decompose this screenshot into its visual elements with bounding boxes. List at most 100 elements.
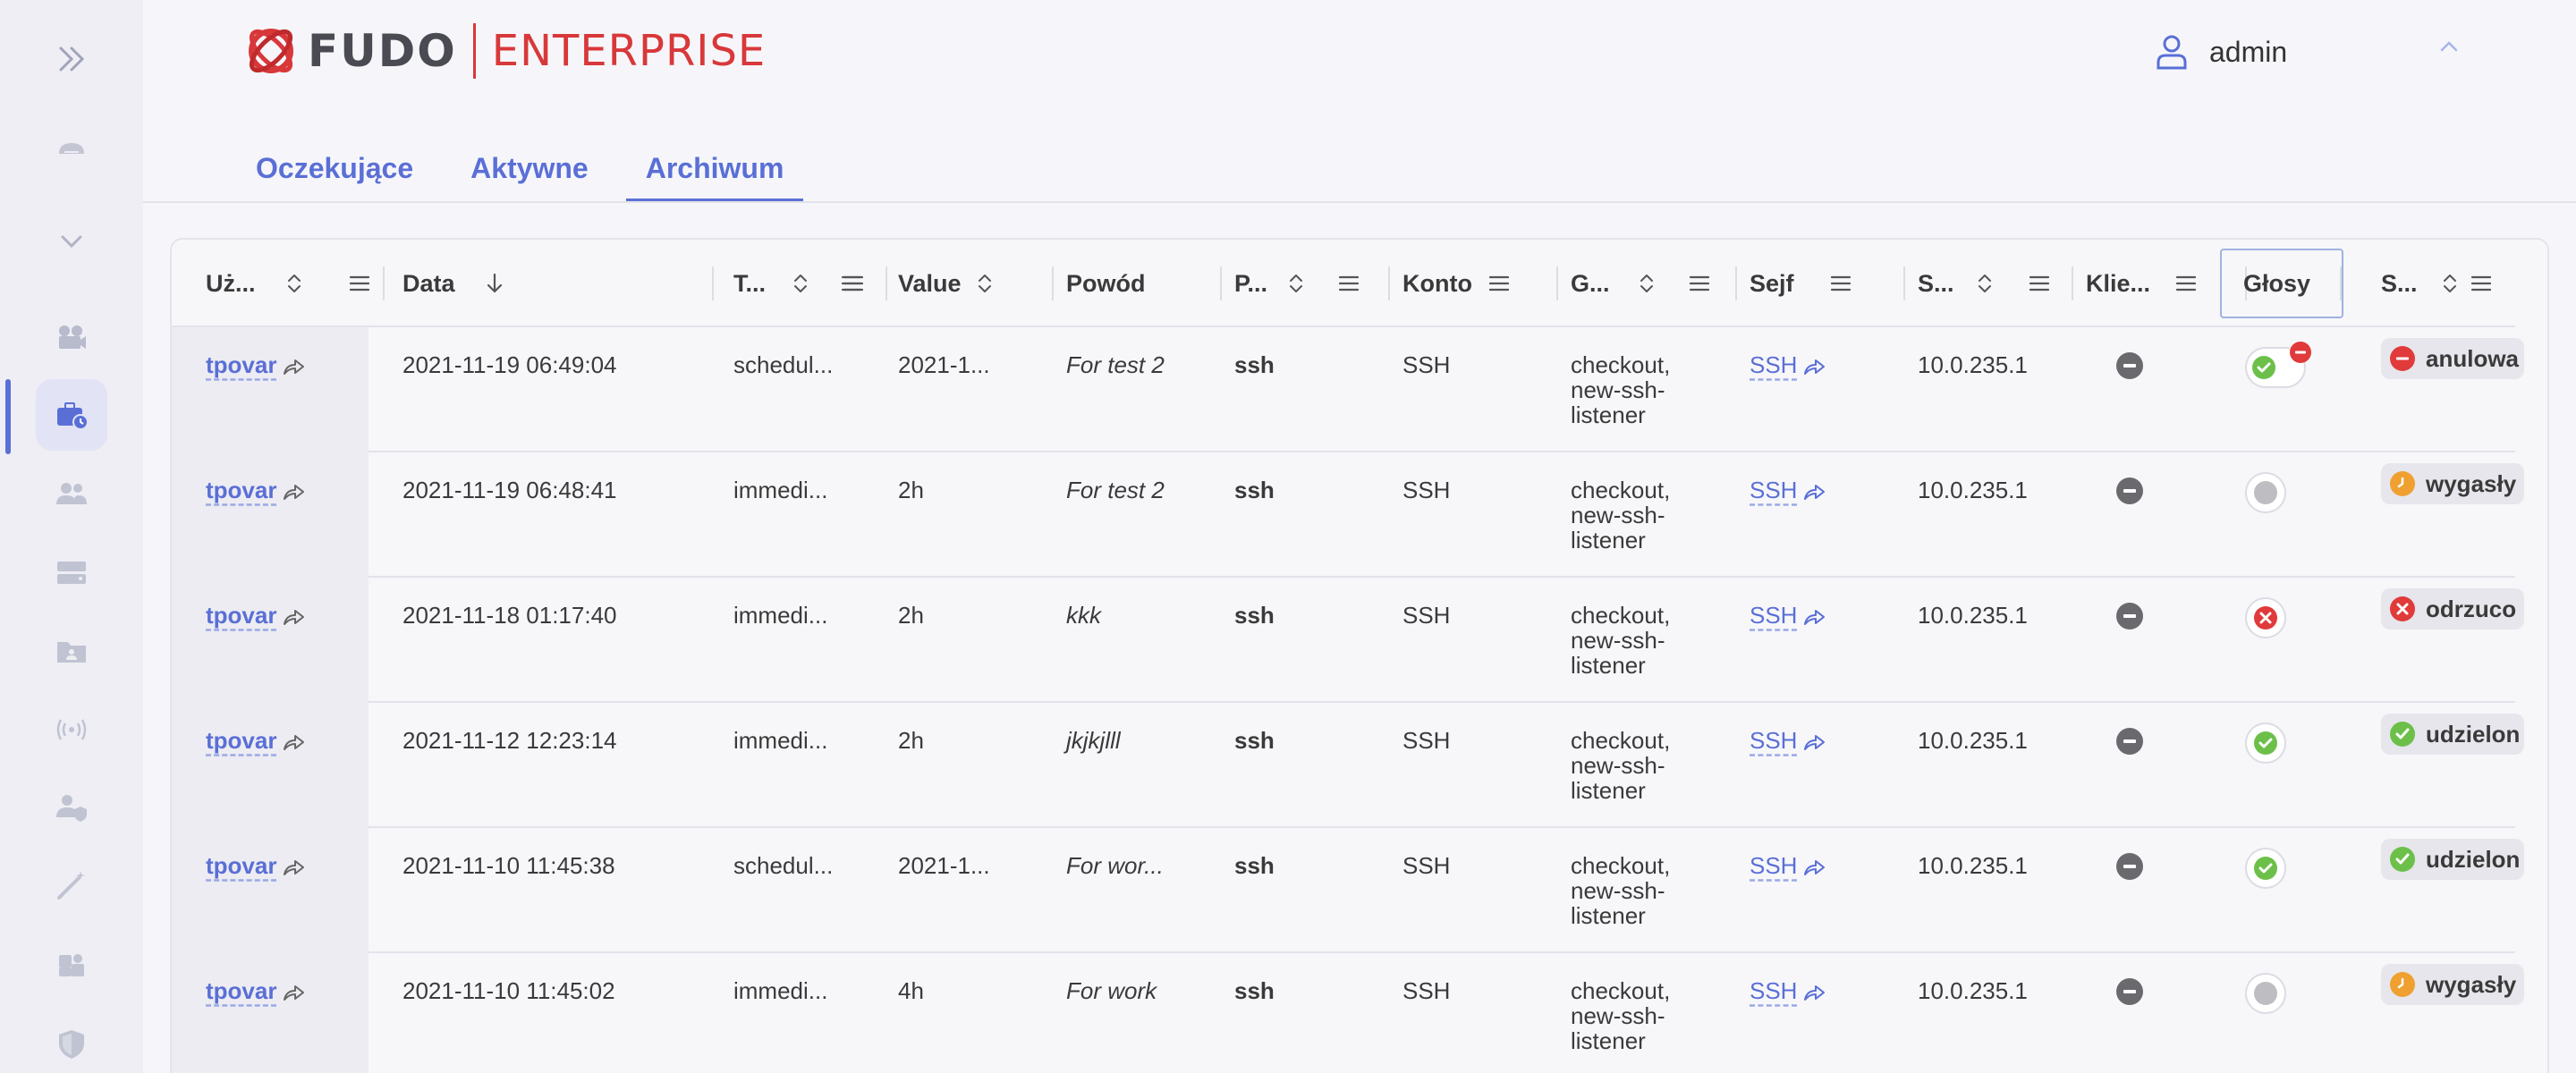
safe-link-text[interactable]: SSH [1750, 477, 1797, 503]
user-link[interactable]: tpovar [206, 853, 305, 878]
col-server-header[interactable]: S... [1918, 240, 2086, 327]
sidebar-item-users[interactable] [36, 458, 107, 529]
sidebar-item-sessions[interactable] [36, 302, 107, 374]
safe-link-text[interactable]: SSH [1750, 727, 1797, 754]
col-status-header[interactable]: S... [2381, 240, 2524, 327]
user-link[interactable]: tpovar [206, 978, 305, 1003]
sort-icon[interactable] [1639, 272, 1655, 295]
sidebar-item-plugins[interactable] [36, 928, 107, 1000]
share-icon[interactable] [282, 982, 305, 1003]
user-link[interactable]: tpovar [206, 477, 305, 503]
sidebar-item-collapse[interactable] [36, 206, 107, 277]
vote-indicator[interactable] [2245, 722, 2286, 764]
chevron-up-icon[interactable] [2438, 39, 2460, 54]
column-separator[interactable] [1220, 266, 1222, 300]
vote-indicator[interactable] [2245, 472, 2286, 513]
sort-icon[interactable] [1977, 272, 1993, 295]
vote-indicator[interactable] [2245, 597, 2286, 638]
user-link-text[interactable]: tpovar [206, 477, 276, 503]
share-icon[interactable] [1802, 857, 1826, 878]
table-row[interactable]: tpovar 2021-11-19 06:48:41 immedi... 2h For … [172, 452, 2524, 578]
share-icon[interactable] [1802, 982, 1826, 1003]
column-separator[interactable] [1556, 266, 1558, 300]
col-type-header[interactable]: T... [733, 240, 900, 327]
column-menu-icon[interactable] [2029, 272, 2050, 295]
expand-sidebar-button[interactable] [36, 23, 107, 95]
table-row[interactable]: tpovar 2021-11-10 11:45:02 immedi... 4h For … [172, 953, 2524, 1073]
column-separator[interactable] [886, 266, 887, 300]
user-link-text[interactable]: tpovar [206, 977, 276, 1004]
safe-link[interactable]: SSH [1750, 352, 1826, 377]
safe-link-text[interactable]: SSH [1750, 852, 1797, 879]
user-menu[interactable]: admin [2156, 32, 2287, 72]
tab-archive[interactable]: Archiwum [625, 143, 804, 202]
column-menu-icon[interactable] [1689, 272, 1710, 295]
col-user-header[interactable]: Uż... [206, 240, 385, 327]
user-link-text[interactable]: tpovar [206, 852, 276, 879]
column-menu-icon[interactable] [1338, 272, 1360, 295]
col-protocol-header[interactable]: P... [1234, 240, 1402, 327]
safe-link-text[interactable]: SSH [1750, 351, 1797, 378]
column-separator[interactable] [712, 266, 714, 300]
user-link[interactable]: tpovar [206, 352, 305, 377]
safe-link[interactable]: SSH [1750, 978, 1826, 1003]
share-icon[interactable] [282, 356, 305, 377]
safe-link[interactable]: SSH [1750, 853, 1826, 878]
column-menu-icon[interactable] [1488, 272, 1510, 295]
table-row[interactable]: tpovar 2021-11-12 12:23:14 immedi... 2h jkjk… [172, 703, 2524, 828]
vote-indicator[interactable] [2245, 973, 2286, 1014]
col-date-header[interactable]: Data [402, 240, 862, 327]
safe-link[interactable]: SSH [1750, 728, 1826, 753]
safe-link[interactable]: SSH [1750, 477, 1826, 503]
share-icon[interactable] [282, 731, 305, 753]
column-menu-icon[interactable] [2175, 272, 2197, 295]
col-safe-header[interactable]: Sejf [1750, 240, 1918, 327]
safe-link[interactable]: SSH [1750, 603, 1826, 628]
column-menu-icon[interactable] [843, 272, 864, 295]
col-account-header[interactable]: Konto [1402, 240, 1571, 327]
col-value-header[interactable]: Value [898, 240, 1066, 327]
share-icon[interactable] [1802, 356, 1826, 377]
share-icon[interactable] [1802, 481, 1826, 503]
sort-desc-icon[interactable] [485, 272, 504, 295]
column-menu-icon[interactable] [1830, 272, 1852, 295]
sort-icon[interactable] [2442, 272, 2458, 295]
safe-link-text[interactable]: SSH [1750, 977, 1797, 1004]
sidebar-item-policies[interactable] [36, 771, 107, 842]
sort-icon[interactable] [977, 272, 993, 295]
sidebar-item-listeners[interactable] [36, 694, 107, 765]
sidebar-item-servers[interactable] [36, 536, 107, 608]
column-separator[interactable] [1903, 266, 1905, 300]
vote-indicator[interactable] [2245, 848, 2286, 889]
sort-icon[interactable] [792, 272, 809, 295]
table-row[interactable]: tpovar 2021-11-19 06:49:04 schedul... 2021-… [172, 327, 2524, 452]
column-separator[interactable] [1052, 266, 1054, 300]
share-icon[interactable] [282, 857, 305, 878]
user-link[interactable]: tpovar [206, 603, 305, 628]
share-icon[interactable] [282, 606, 305, 628]
column-separator[interactable] [1388, 266, 1390, 300]
column-menu-icon[interactable] [2470, 272, 2492, 295]
sidebar-item-cloud[interactable] [36, 113, 107, 184]
user-link-text[interactable]: tpovar [206, 351, 276, 378]
share-icon[interactable] [1802, 731, 1826, 753]
user-link-text[interactable]: tpovar [206, 727, 276, 754]
tab-active[interactable]: Aktywne [451, 143, 608, 202]
user-link[interactable]: tpovar [206, 728, 305, 753]
sort-icon[interactable] [1288, 272, 1304, 295]
table-row[interactable]: tpovar 2021-11-18 01:17:40 immedi... 2h kkk s… [172, 578, 2524, 703]
col-reason-header[interactable]: Powód [1066, 240, 1234, 327]
vote-indicator[interactable] [2245, 342, 2311, 388]
share-icon[interactable] [1802, 606, 1826, 628]
share-icon[interactable] [282, 481, 305, 503]
sidebar-item-safes[interactable] [36, 615, 107, 687]
sidebar-item-wizard[interactable] [36, 849, 107, 921]
safe-link-text[interactable]: SSH [1750, 602, 1797, 629]
column-separator[interactable] [1735, 266, 1737, 300]
sidebar-item-security[interactable] [36, 1009, 107, 1073]
table-row[interactable]: tpovar 2021-11-10 11:45:38 schedul... 2021-… [172, 828, 2524, 953]
column-separator[interactable] [383, 266, 385, 300]
column-separator[interactable] [2072, 266, 2073, 300]
tab-pending[interactable]: Oczekujące [236, 143, 433, 202]
column-menu-icon[interactable] [349, 272, 370, 295]
